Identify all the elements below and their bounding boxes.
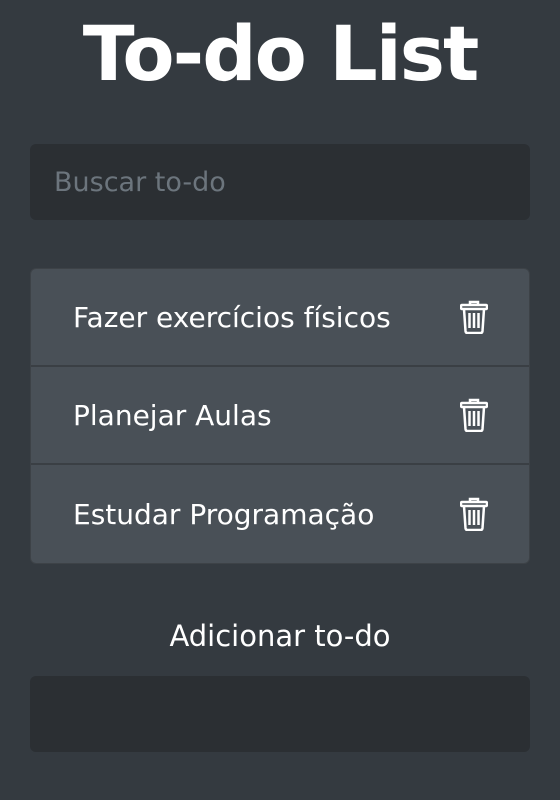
todo-item: Planejar Aulas [31,367,529,465]
search-container [30,144,530,220]
add-todo-container [30,676,530,752]
trash-icon[interactable] [459,299,489,335]
todo-item-label: Estudar Programação [73,497,375,531]
page-title: To-do List [82,9,480,98]
todo-item-label: Planejar Aulas [73,398,272,432]
todo-item-label: Fazer exercícios físicos [73,300,391,334]
add-todo-label: Adicionar to-do [169,619,391,653]
todo-item: Fazer exercícios físicos [31,269,529,367]
trash-icon[interactable] [459,496,489,532]
add-todo-input[interactable] [30,676,530,752]
todo-item: Estudar Programação [31,465,529,563]
search-input[interactable] [30,144,530,220]
todo-list: Fazer exercícios físicos Planejar Aulas [30,268,530,564]
trash-icon[interactable] [459,397,489,433]
